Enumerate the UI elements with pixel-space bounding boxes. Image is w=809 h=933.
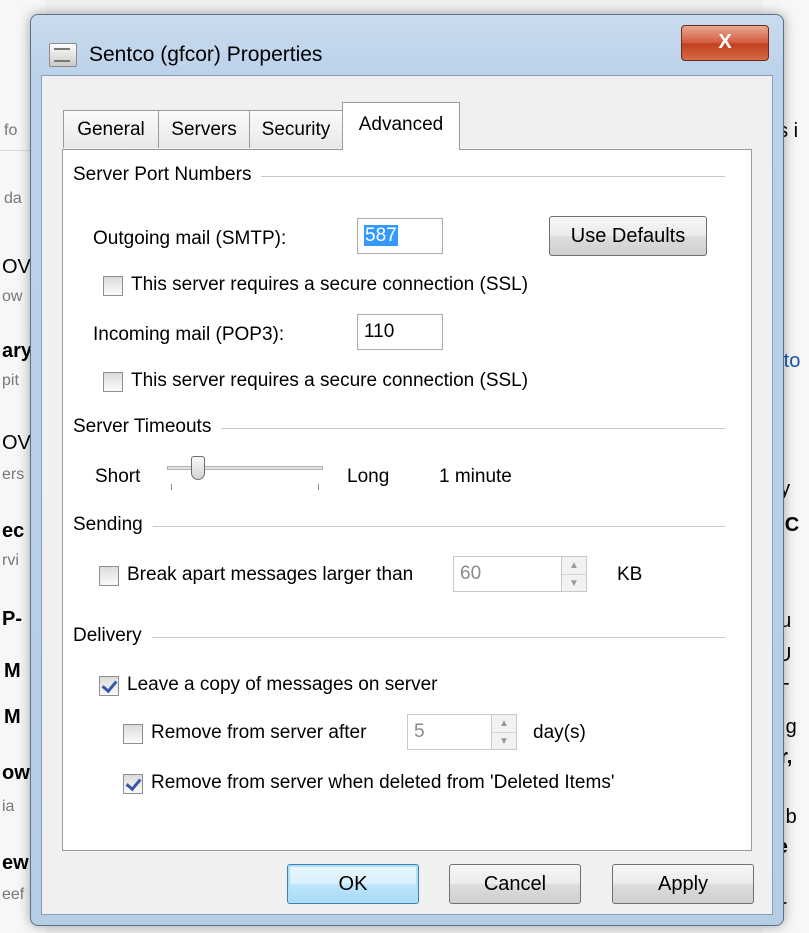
- days-spinner[interactable]: ▲ ▼: [491, 714, 517, 750]
- bg-fragment: ec: [2, 520, 25, 542]
- tab-label: Servers: [171, 119, 237, 140]
- bg-fragment: rvi: [2, 552, 19, 569]
- remove-when-deleted-checkbox[interactable]: [123, 774, 143, 794]
- message-size-value: 60: [460, 563, 482, 584]
- remove-after-label: Remove from server after: [151, 722, 367, 743]
- smtp-port-label: Outgoing mail (SMTP):: [93, 228, 287, 249]
- bg-fragment: M: [4, 706, 21, 728]
- ok-label: OK: [338, 873, 368, 895]
- break-apart-label: Break apart messages larger than: [127, 564, 414, 585]
- timeout-value-label: 1 minute: [439, 466, 512, 487]
- bg-fragment: ow: [2, 762, 30, 784]
- tab-advanced[interactable]: Advanced: [342, 102, 460, 150]
- properties-dialog: Sentco (gfcor) Properties X General Serv…: [30, 14, 784, 926]
- timeout-slider[interactable]: [167, 456, 323, 496]
- message-size-unit: KB: [617, 564, 643, 585]
- close-button[interactable]: X: [681, 25, 769, 61]
- bg-fragment: fo: [4, 122, 18, 139]
- use-defaults-label: Use Defaults: [570, 225, 686, 247]
- message-size-spinner[interactable]: ▲ ▼: [561, 556, 587, 592]
- bg-fragment: M: [4, 660, 21, 682]
- tab-general[interactable]: General: [63, 110, 159, 148]
- leave-copy-checkbox[interactable]: [99, 676, 119, 696]
- spin-up-icon[interactable]: ▲: [492, 715, 516, 733]
- tab-label: Advanced: [358, 114, 444, 135]
- break-apart-checkbox[interactable]: [99, 566, 119, 586]
- spin-down-icon[interactable]: ▼: [562, 575, 586, 592]
- pop3-ssl-label: This server requires a secure connection…: [131, 370, 529, 391]
- close-icon: X: [718, 31, 732, 53]
- advanced-tab-panel: Server Port Numbers Outgoing mail (SMTP)…: [62, 149, 752, 851]
- bg-fragment: da: [4, 190, 22, 207]
- bg-fragment: OV: [2, 432, 31, 454]
- apply-label: Apply: [657, 873, 709, 895]
- days-unit: day(s): [533, 722, 586, 743]
- remove-when-deleted-label: Remove from server when deleted from 'De…: [151, 772, 615, 793]
- slider-thumb[interactable]: [191, 456, 205, 480]
- ok-button[interactable]: OK: [287, 864, 419, 904]
- days-value: 5: [414, 721, 425, 742]
- tab-servers[interactable]: Servers: [158, 110, 250, 148]
- timeout-short-label: Short: [95, 466, 141, 487]
- pop3-port-label: Incoming mail (POP3):: [93, 324, 285, 345]
- cancel-button[interactable]: Cancel: [449, 864, 581, 904]
- tab-label: Security: [261, 119, 331, 140]
- smtp-ssl-label: This server requires a secure connection…: [131, 274, 529, 295]
- group-sending: Sending: [73, 514, 153, 536]
- remove-after-checkbox[interactable]: [123, 724, 143, 744]
- dialog-title: Sentco (gfcor) Properties: [89, 43, 323, 66]
- account-icon: [49, 43, 77, 67]
- smtp-port-input[interactable]: 587: [357, 218, 443, 254]
- bg-fragment: ew: [2, 852, 29, 874]
- dialog-client-area: General Servers Security Advanced Server…: [41, 75, 773, 915]
- smtp-port-value: 587: [364, 225, 398, 246]
- bg-fragment: OV: [2, 256, 31, 278]
- tab-security[interactable]: Security: [249, 110, 343, 148]
- bg-fragment: pit: [2, 372, 19, 389]
- leave-copy-label: Leave a copy of messages on server: [127, 674, 438, 695]
- bg-fragment: ow: [2, 288, 23, 305]
- bg-fragment: ary: [2, 340, 33, 362]
- pop3-ssl-checkbox[interactable]: [103, 372, 123, 392]
- apply-button[interactable]: Apply: [612, 864, 754, 904]
- use-defaults-button[interactable]: Use Defaults: [549, 216, 707, 256]
- group-server-timeouts: Server Timeouts: [73, 416, 222, 438]
- group-server-port-numbers: Server Port Numbers: [73, 164, 262, 186]
- spin-up-icon[interactable]: ▲: [562, 557, 586, 575]
- spin-down-icon[interactable]: ▼: [492, 733, 516, 750]
- pop3-port-value: 110: [364, 321, 395, 342]
- pop3-port-input[interactable]: 110: [357, 314, 443, 350]
- smtp-ssl-checkbox[interactable]: [103, 276, 123, 296]
- cancel-label: Cancel: [483, 873, 547, 895]
- bg-fragment: P-: [2, 608, 22, 630]
- timeout-long-label: Long: [347, 466, 390, 487]
- bg-fragment: ia: [2, 798, 15, 815]
- bg-fragment: ers: [2, 466, 25, 483]
- tab-label: General: [77, 119, 145, 140]
- group-delivery: Delivery: [73, 625, 152, 647]
- bg-fragment: eef: [2, 886, 25, 903]
